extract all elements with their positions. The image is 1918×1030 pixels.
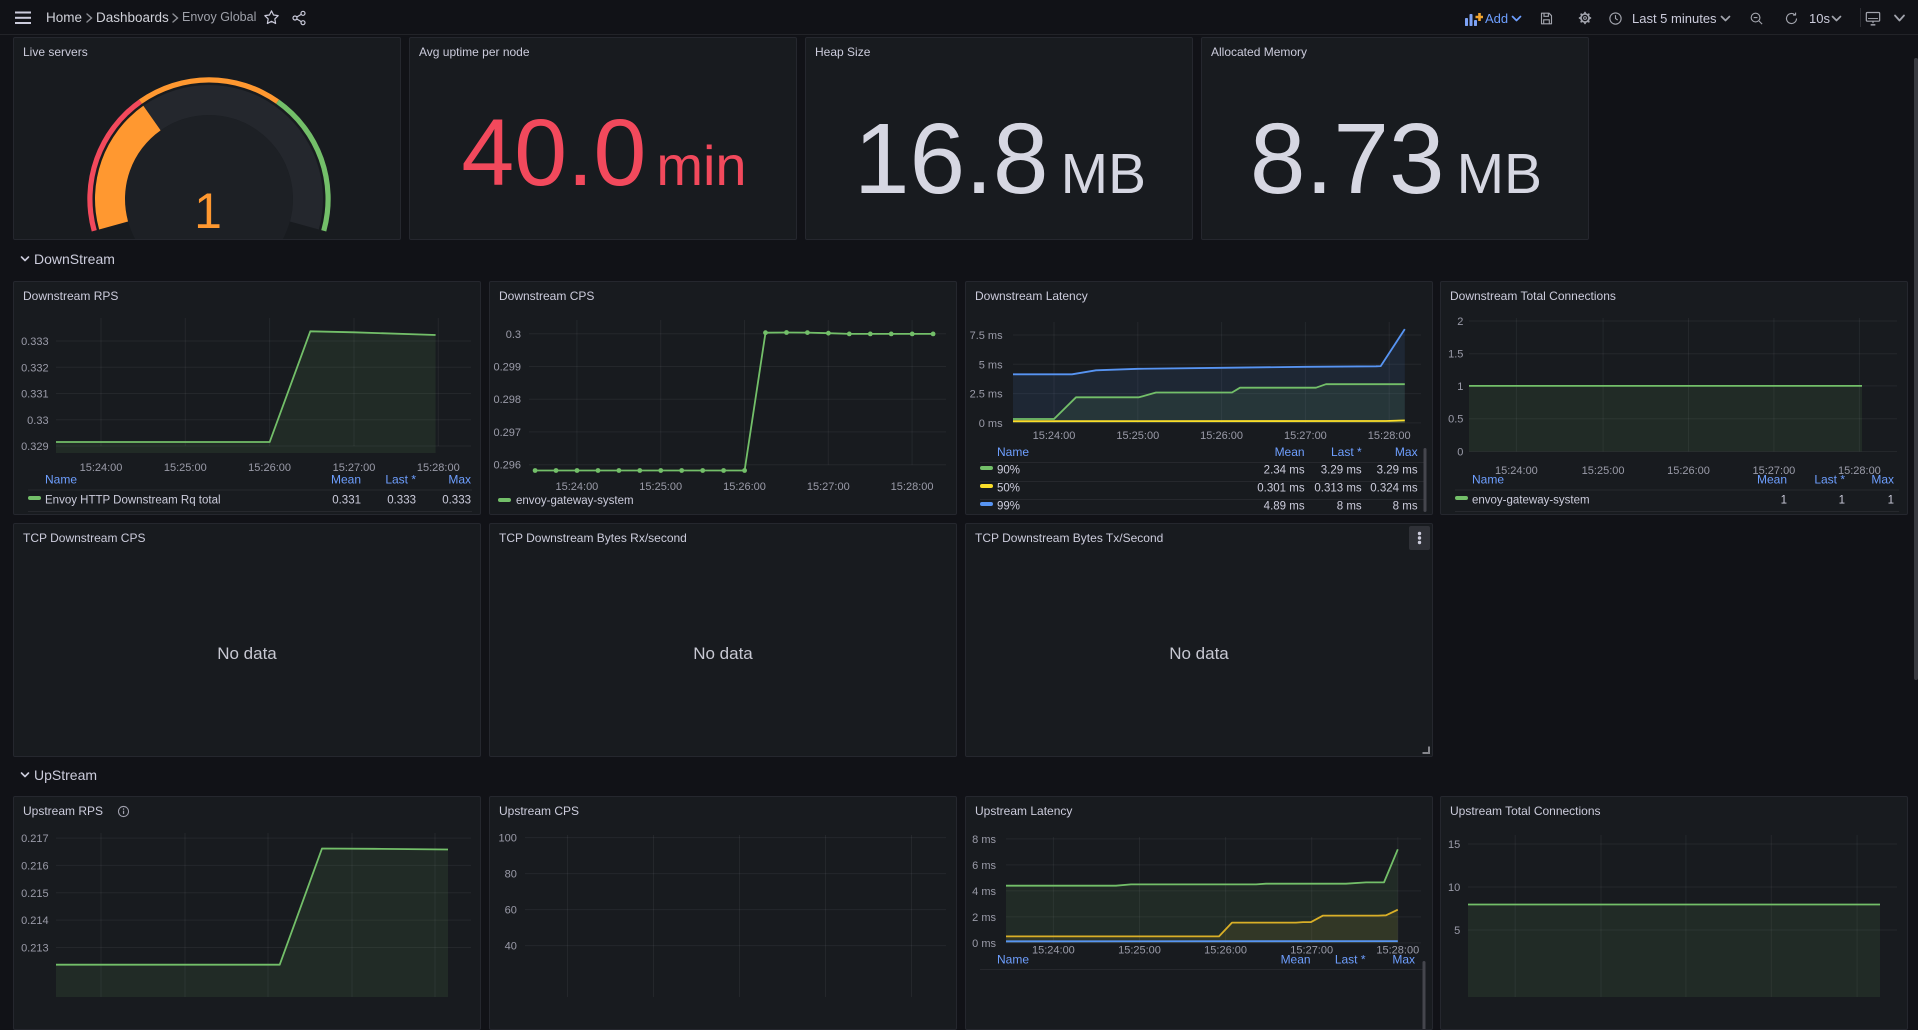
svg-text:8 ms: 8 ms — [1393, 501, 1418, 513]
svg-text:15:25:00: 15:25:00 — [1118, 945, 1161, 957]
svg-text:0.333: 0.333 — [442, 495, 471, 507]
svg-text:16.8MB: 16.8MB — [854, 103, 1146, 215]
svg-text:0.214: 0.214 — [21, 915, 49, 927]
svg-text:7.5 ms: 7.5 ms — [970, 330, 1004, 342]
svg-text:15:26:00: 15:26:00 — [248, 462, 291, 474]
svg-text:Last *: Last * — [385, 473, 416, 487]
svg-text:15:25:00: 15:25:00 — [639, 481, 682, 493]
svg-text:0.333: 0.333 — [387, 495, 416, 507]
svg-text:Name: Name — [997, 445, 1029, 459]
svg-text:15:26:00: 15:26:00 — [1200, 430, 1243, 442]
svg-text:40.0min: 40.0min — [461, 100, 746, 206]
svg-text:Max: Max — [448, 473, 471, 487]
svg-text:4 ms: 4 ms — [972, 886, 996, 898]
svg-text:0 ms: 0 ms — [979, 418, 1003, 430]
svg-text:0.331: 0.331 — [21, 389, 49, 401]
svg-text:2.34 ms: 2.34 ms — [1264, 465, 1305, 477]
svg-text:0.299: 0.299 — [493, 362, 521, 374]
svg-text:Mean: Mean — [1275, 445, 1305, 459]
svg-text:Last *: Last * — [1335, 953, 1366, 967]
svg-text:4.89 ms: 4.89 ms — [1264, 501, 1305, 513]
svg-text:3.29 ms: 3.29 ms — [1377, 465, 1418, 477]
svg-text:40: 40 — [505, 941, 517, 953]
svg-text:1: 1 — [1888, 495, 1894, 507]
svg-text:5: 5 — [1454, 925, 1460, 937]
svg-text:0.216: 0.216 — [21, 860, 49, 872]
svg-text:15:28:00: 15:28:00 — [891, 481, 934, 493]
svg-text:2: 2 — [1457, 316, 1463, 328]
svg-text:0.296: 0.296 — [493, 460, 521, 472]
svg-text:15:24:00: 15:24:00 — [1032, 945, 1075, 957]
svg-text:0.217: 0.217 — [21, 833, 49, 845]
svg-text:15:26:00: 15:26:00 — [1667, 465, 1710, 477]
svg-text:0: 0 — [1457, 447, 1463, 459]
svg-text:2.5 ms: 2.5 ms — [970, 389, 1004, 401]
svg-text:1.5: 1.5 — [1448, 349, 1463, 361]
svg-text:15:26:00: 15:26:00 — [1204, 945, 1247, 957]
svg-text:Mean: Mean — [1281, 953, 1311, 967]
svg-text:6 ms: 6 ms — [972, 860, 996, 872]
svg-text:0.331: 0.331 — [332, 495, 361, 507]
svg-text:8.73MB: 8.73MB — [1250, 103, 1542, 215]
svg-text:15:25:00: 15:25:00 — [1116, 430, 1159, 442]
svg-text:0.313 ms: 0.313 ms — [1314, 483, 1362, 495]
svg-text:15: 15 — [1448, 839, 1460, 851]
svg-text:Mean: Mean — [331, 473, 361, 487]
svg-text:envoy-gateway-system: envoy-gateway-system — [1472, 495, 1590, 507]
svg-text:0.332: 0.332 — [21, 362, 49, 374]
svg-text:0.297: 0.297 — [493, 427, 521, 439]
svg-text:3.29 ms: 3.29 ms — [1321, 465, 1362, 477]
svg-text:90%: 90% — [997, 465, 1020, 477]
svg-text:15:25:00: 15:25:00 — [164, 462, 207, 474]
svg-text:1: 1 — [194, 183, 222, 239]
svg-text:0.329: 0.329 — [21, 441, 49, 453]
svg-text:envoy-gateway-system: envoy-gateway-system — [516, 495, 634, 507]
svg-text:0 ms: 0 ms — [972, 938, 996, 950]
svg-text:100: 100 — [499, 833, 517, 845]
svg-text:1: 1 — [1781, 495, 1787, 507]
svg-text:15:24:00: 15:24:00 — [555, 481, 598, 493]
svg-text:2 ms: 2 ms — [972, 912, 996, 924]
svg-text:Name: Name — [997, 953, 1029, 967]
svg-text:15:26:00: 15:26:00 — [723, 481, 766, 493]
svg-text:Mean: Mean — [1757, 473, 1787, 487]
svg-text:Max: Max — [1395, 445, 1418, 459]
svg-text:0.213: 0.213 — [21, 943, 49, 955]
svg-text:Envoy HTTP Downstream Rq total: Envoy HTTP Downstream Rq total — [45, 495, 221, 507]
svg-text:Max: Max — [1392, 953, 1415, 967]
svg-text:50%: 50% — [997, 483, 1020, 495]
svg-text:5 ms: 5 ms — [979, 359, 1003, 371]
svg-text:1: 1 — [1839, 495, 1845, 507]
svg-text:0.3: 0.3 — [506, 329, 521, 341]
svg-text:80: 80 — [505, 869, 517, 881]
svg-text:8 ms: 8 ms — [1337, 501, 1362, 513]
svg-text:15:25:00: 15:25:00 — [1582, 465, 1625, 477]
svg-text:Last *: Last * — [1331, 445, 1362, 459]
svg-text:0.298: 0.298 — [493, 394, 521, 406]
svg-text:60: 60 — [505, 905, 517, 917]
svg-text:1: 1 — [1457, 381, 1463, 393]
svg-text:15:27:00: 15:27:00 — [807, 481, 850, 493]
svg-text:0.324 ms: 0.324 ms — [1370, 483, 1418, 495]
svg-text:0.215: 0.215 — [21, 888, 49, 900]
svg-text:15:28:00: 15:28:00 — [1368, 430, 1411, 442]
svg-text:Name: Name — [1472, 473, 1504, 487]
svg-text:99%: 99% — [997, 501, 1020, 513]
svg-text:Name: Name — [45, 473, 77, 487]
svg-text:15:27:00: 15:27:00 — [1284, 430, 1327, 442]
svg-text:10: 10 — [1448, 882, 1460, 894]
svg-text:15:24:00: 15:24:00 — [1033, 430, 1076, 442]
svg-text:0.301 ms: 0.301 ms — [1257, 483, 1305, 495]
svg-text:0.33: 0.33 — [27, 415, 48, 427]
svg-text:Max: Max — [1871, 473, 1894, 487]
svg-text:15:24:00: 15:24:00 — [80, 462, 123, 474]
svg-text:8 ms: 8 ms — [972, 834, 996, 846]
svg-text:0.333: 0.333 — [21, 336, 49, 348]
svg-text:Last *: Last * — [1814, 473, 1845, 487]
svg-text:0.5: 0.5 — [1448, 414, 1463, 426]
